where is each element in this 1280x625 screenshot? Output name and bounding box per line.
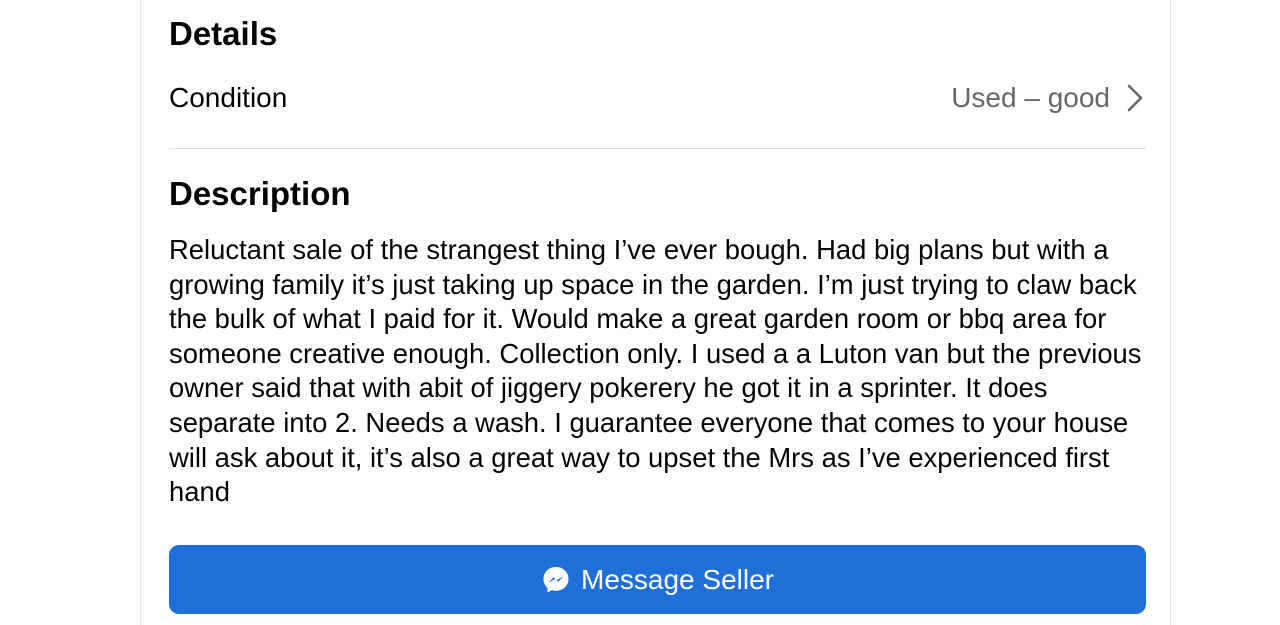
message-seller-label: Message Seller <box>581 563 774 595</box>
description-heading: Description <box>169 175 351 212</box>
details-heading: Details <box>169 15 278 52</box>
messenger-icon <box>543 566 569 592</box>
section-divider <box>169 148 1146 149</box>
condition-label: Condition <box>169 82 288 113</box>
condition-value: Used – good <box>951 82 1110 113</box>
condition-value-group: Used – good <box>951 82 1146 114</box>
listing-details-panel: Details Condition Used – good Descriptio… <box>140 0 1171 625</box>
description-text: Reluctant sale of the strangest thing I’… <box>169 234 1142 508</box>
message-seller-button[interactable]: Message Seller <box>169 545 1146 614</box>
chevron-right-icon <box>1127 84 1143 112</box>
condition-row[interactable]: Condition Used – good <box>169 76 1146 120</box>
